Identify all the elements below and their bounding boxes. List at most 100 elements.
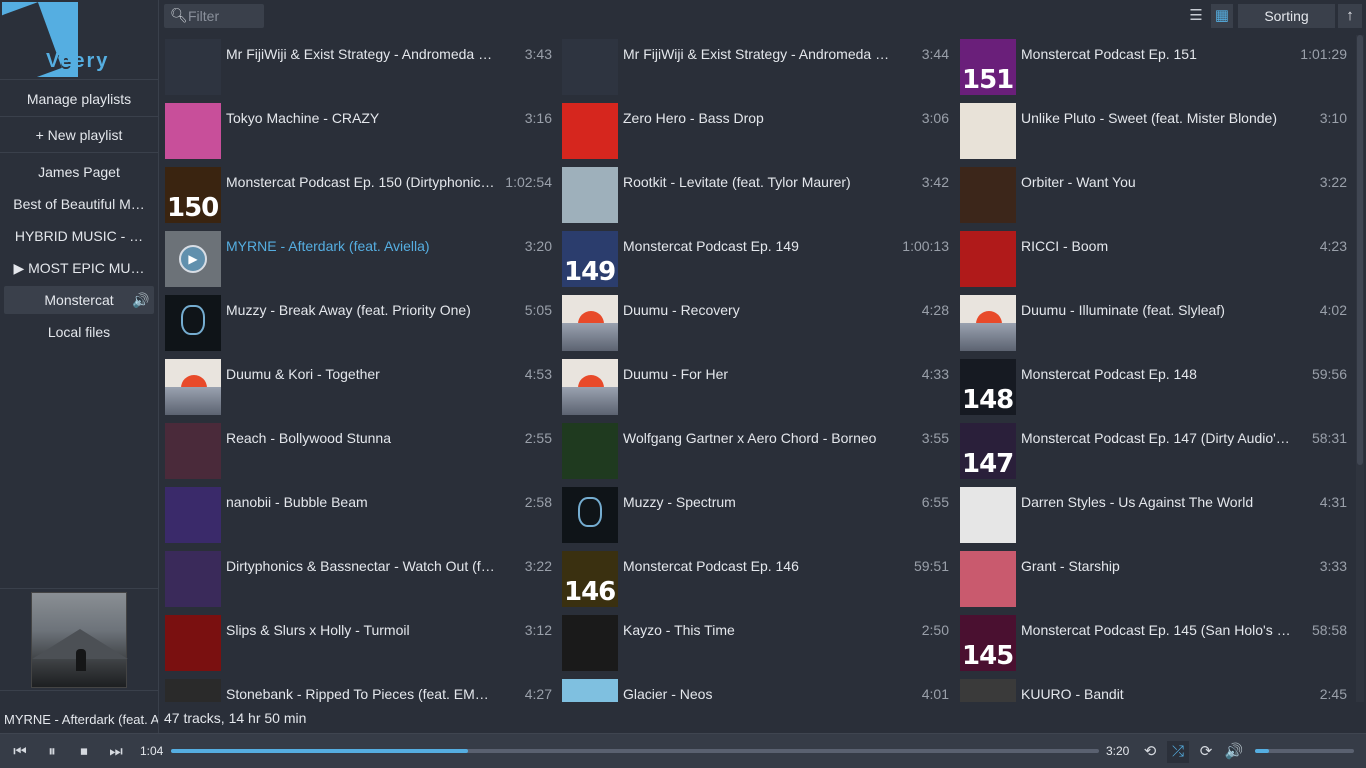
track-item[interactable]: Slips & Slurs x Holly - Turmoil 3:12 <box>161 611 554 673</box>
seek-bar[interactable] <box>171 749 1099 753</box>
track-duration: 58:58 <box>1311 622 1347 638</box>
track-duration: 4:53 <box>524 366 552 382</box>
playlist-item-active[interactable]: Monstercat 🔊 <box>4 286 154 314</box>
track-duration: 1:00:13 <box>902 238 949 254</box>
track-item[interactable]: Glacier - Neos 4:01 <box>558 675 951 702</box>
track-item[interactable]: Duumu - Illuminate (feat. Slyleaf) 4:02 <box>956 291 1349 353</box>
album-art <box>165 615 221 671</box>
album-art <box>165 487 221 543</box>
track-duration: 59:51 <box>913 558 949 574</box>
album-art <box>960 487 1016 543</box>
track-duration: 3:10 <box>1319 110 1347 126</box>
track-title: Glacier - Neos <box>623 686 713 702</box>
track-item[interactable]: Duumu & Kori - Together 4:53 <box>161 355 554 417</box>
album-art: 151 <box>960 39 1016 95</box>
sort-direction-button[interactable]: ↑ <box>1338 4 1362 28</box>
playlist-item[interactable]: HYBRID MUSIC - … <box>4 222 154 250</box>
total-time: 3:20 <box>1106 744 1130 758</box>
album-art <box>562 423 618 479</box>
track-title: Monstercat Podcast Ep. 151 <box>1021 46 1197 62</box>
track-item[interactable]: Darren Styles - Us Against The World 4:31 <box>956 483 1349 545</box>
list-view-icon[interactable]: ☰ <box>1185 4 1207 28</box>
track-item[interactable]: 149 Monstercat Podcast Ep. 149 1:00:13 <box>558 227 951 289</box>
playlist-item[interactable]: ▶ MOST EPIC MU… <box>4 254 154 282</box>
pause-icon[interactable]: ⏸ <box>41 741 63 763</box>
album-art <box>562 359 618 415</box>
track-item[interactable]: Duumu - For Her 4:33 <box>558 355 951 417</box>
track-item[interactable]: RICCI - Boom 4:23 <box>956 227 1349 289</box>
playlist-item[interactable]: Local files <box>4 318 154 346</box>
playlist-item[interactable]: Best of Beautiful M… <box>4 190 154 218</box>
track-item[interactable]: Dirtyphonics & Bassnectar - Watch Out (f… <box>161 547 554 609</box>
scrollbar[interactable] <box>1356 35 1364 702</box>
track-item[interactable]: Rootkit - Levitate (feat. Tylor Maurer) 3… <box>558 163 951 225</box>
track-duration: 5:05 <box>524 302 552 318</box>
volume-slider[interactable] <box>1255 749 1354 753</box>
play-icon[interactable]: ▶ <box>179 245 207 273</box>
filter-box[interactable]: 🔍︎ <box>164 4 264 28</box>
track-item[interactable]: Stonebank - Ripped To Pieces (feat. EMEL… <box>161 675 554 702</box>
track-duration: 58:31 <box>1311 430 1347 446</box>
volume-fill <box>1255 749 1269 753</box>
track-title: Duumu & Kori - Together <box>226 366 380 382</box>
track-item[interactable]: nanobii - Bubble Beam 2:58 <box>161 483 554 545</box>
manage-playlists-button[interactable]: Manage playlists <box>0 81 158 117</box>
next-icon[interactable]: ⏭ <box>105 741 127 763</box>
track-item[interactable]: Duumu - Recovery 4:28 <box>558 291 951 353</box>
track-duration: 4:33 <box>921 366 949 382</box>
repeat-icon[interactable]: ⟲ <box>1139 741 1161 763</box>
track-item[interactable]: Mr FijiWiji & Exist Strategy - Andromeda… <box>558 35 951 97</box>
album-art <box>562 295 618 351</box>
track-duration: 4:28 <box>921 302 949 318</box>
track-item[interactable]: ▶ MYRNE - Afterdark (feat. Aviella) 3:20 <box>161 227 554 289</box>
track-item[interactable]: Orbiter - Want You 3:22 <box>956 163 1349 225</box>
shuffle-icon[interactable]: ⤮ <box>1167 741 1189 763</box>
track-item[interactable]: Zero Hero - Bass Drop 3:06 <box>558 99 951 161</box>
track-item[interactable]: Kayzo - This Time 2:50 <box>558 611 951 673</box>
track-item[interactable]: Wolfgang Gartner x Aero Chord - Borneo 3:… <box>558 419 951 481</box>
track-title: Duumu - Recovery <box>623 302 740 318</box>
sorting-button[interactable]: Sorting <box>1238 4 1335 28</box>
track-item[interactable]: 146 Monstercat Podcast Ep. 146 59:51 <box>558 547 951 609</box>
track-item[interactable]: Tokyo Machine - CRAZY 3:16 <box>161 99 554 161</box>
track-item[interactable]: Mr FijiWiji & Exist Strategy - Andromeda… <box>161 35 554 97</box>
track-duration: 3:33 <box>1319 558 1347 574</box>
track-item[interactable]: 148 Monstercat Podcast Ep. 148 59:56 <box>956 355 1349 417</box>
track-item[interactable]: Muzzy - Break Away (feat. Priority One) 5… <box>161 291 554 353</box>
track-title: Mr FijiWiji & Exist Strategy - Andromeda… <box>226 46 496 62</box>
stop-icon[interactable]: ⏹ <box>73 741 95 763</box>
speaker-icon: 🔊 <box>132 292 150 308</box>
album-art <box>165 679 221 702</box>
now-playing-cover[interactable] <box>31 592 128 688</box>
track-item[interactable]: KUURO - Bandit 2:45 <box>956 675 1349 702</box>
track-item[interactable]: 145 Monstercat Podcast Ep. 145 (San Holo'… <box>956 611 1349 673</box>
track-duration: 6:55 <box>921 494 949 510</box>
track-item[interactable]: Reach - Bollywood Stunna 2:55 <box>161 419 554 481</box>
track-item[interactable]: 150 Monstercat Podcast Ep. 150 (Dirtyphon… <box>161 163 554 225</box>
album-art-number: 147 <box>962 449 1014 479</box>
track-title: Muzzy - Spectrum <box>623 494 736 510</box>
track-item[interactable]: Muzzy - Spectrum 6:55 <box>558 483 951 545</box>
divider <box>0 690 158 691</box>
elapsed-time: 1:04 <box>140 744 164 758</box>
volume-icon[interactable]: 🔊 <box>1223 741 1245 763</box>
repeat-one-icon[interactable]: ⟳ <box>1195 741 1217 763</box>
track-duration: 3:22 <box>524 558 552 574</box>
grid-view-icon[interactable]: ▦ <box>1211 4 1233 28</box>
new-playlist-button[interactable]: + New playlist <box>0 117 158 153</box>
album-art: 147 <box>960 423 1016 479</box>
album-art-number: 145 <box>962 641 1014 671</box>
scrollbar-thumb[interactable] <box>1357 35 1363 465</box>
track-item[interactable]: Grant - Starship 3:33 <box>956 547 1349 609</box>
filter-input[interactable] <box>188 6 260 26</box>
album-art <box>562 103 618 159</box>
track-item[interactable]: Unlike Pluto - Sweet (feat. Mister Blond… <box>956 99 1349 161</box>
album-art <box>165 551 221 607</box>
previous-icon[interactable]: ⏮ <box>9 741 31 763</box>
track-item[interactable]: 151 Monstercat Podcast Ep. 151 1:01:29 <box>956 35 1349 97</box>
album-art <box>165 423 221 479</box>
track-item[interactable]: 147 Monstercat Podcast Ep. 147 (Dirty Aud… <box>956 419 1349 481</box>
playlist-item[interactable]: James Paget <box>4 158 154 186</box>
track-duration: 2:50 <box>921 622 949 638</box>
album-art <box>960 679 1016 702</box>
